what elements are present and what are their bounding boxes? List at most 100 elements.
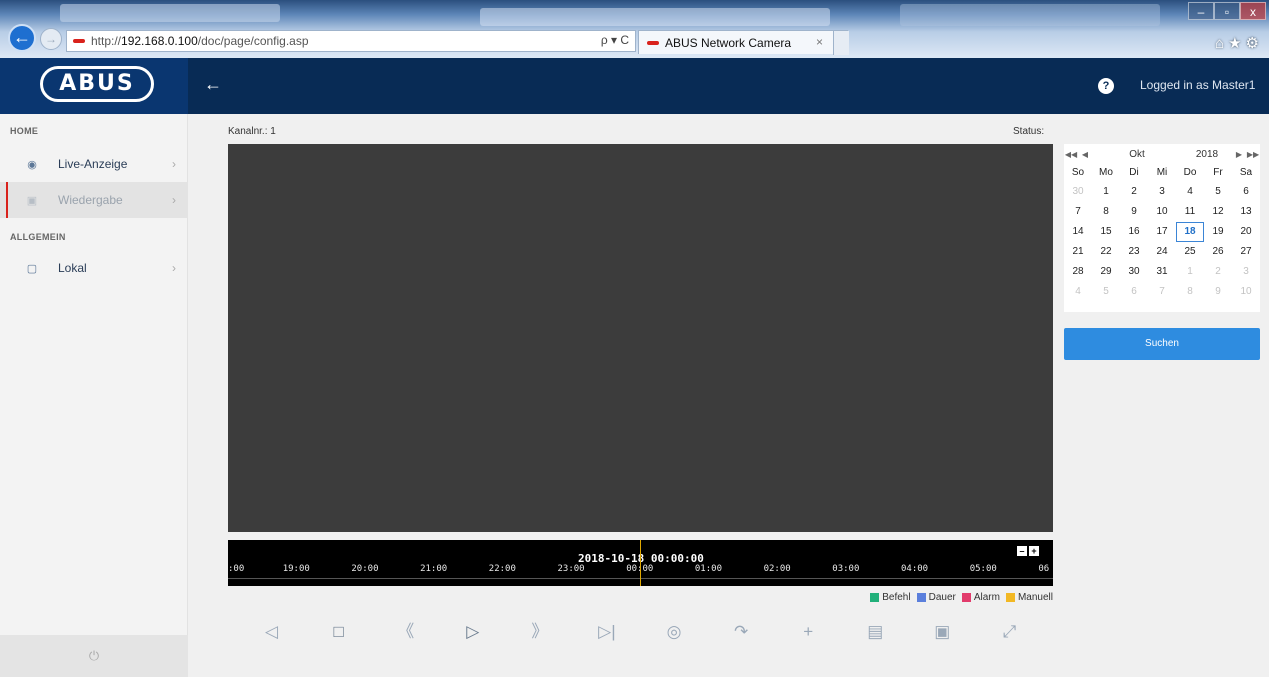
browser-tab[interactable]: ABUS Network Camera ×	[638, 30, 849, 55]
calendar-day[interactable]: 6	[1232, 182, 1260, 202]
prev-year-icon[interactable]: ◀◀	[1064, 150, 1078, 159]
capture-icon[interactable]: ◎	[658, 618, 690, 646]
fullscreen-icon[interactable]: ⤢	[993, 618, 1025, 646]
legend-label: Dauer	[928, 592, 956, 603]
calendar-day[interactable]: 5	[1204, 182, 1232, 202]
stop-all-icon[interactable]: ◁	[256, 618, 288, 646]
legend-swatch	[1005, 593, 1015, 602]
zoom-out-button[interactable]: –	[1017, 546, 1027, 556]
calendar-day[interactable]: 9	[1120, 202, 1148, 222]
calendar-day[interactable]: 10	[1232, 282, 1260, 302]
timeline[interactable]: 2018-10-18 00:00:00 – + :00 19:00 20:00 21:…	[228, 540, 1053, 586]
calendar-day[interactable]: 17	[1148, 222, 1176, 242]
calendar-day[interactable]: 16	[1120, 222, 1148, 242]
next-year-icon[interactable]: ▶▶	[1246, 150, 1260, 159]
back-arrow-icon[interactable]: ←	[204, 74, 222, 95]
calendar-day[interactable]: 14	[1064, 222, 1092, 242]
calendar-day[interactable]: 5	[1092, 282, 1120, 302]
search-refresh-icons[interactable]: ρ ▾ C	[601, 33, 629, 47]
calendar-day[interactable]: 12	[1204, 202, 1232, 222]
calendar-day[interactable]: 6	[1120, 282, 1148, 302]
browser-chrome: ← → http://192.168.0.100/doc/page/config…	[0, 0, 1269, 58]
timeline-tick-label: 04:00	[901, 564, 929, 574]
calendar-day[interactable]: 19	[1204, 222, 1232, 242]
legend-item: Manuell	[1005, 592, 1053, 603]
weekday-label: Mi	[1156, 167, 1168, 178]
calendar-day[interactable]: 7	[1148, 282, 1176, 302]
legend-item: Dauer	[916, 592, 956, 603]
download-picture-icon[interactable]: ▤	[859, 618, 891, 646]
calendar-day[interactable]: 4	[1064, 282, 1092, 302]
recording-type-legend: Befehl Dauer Alarm Manuell	[870, 592, 1053, 603]
sidebar-item-live-view[interactable]: ◉ Live-Anzeige ›	[0, 146, 188, 182]
calendar-day[interactable]: 20	[1232, 222, 1260, 242]
calendar-day[interactable]: 8	[1176, 282, 1204, 302]
calendar-day[interactable]: 31	[1148, 262, 1176, 282]
tab-title: ABUS Network Camera	[665, 35, 792, 50]
calendar-day[interactable]: 3	[1232, 262, 1260, 282]
sidebar-item-local[interactable]: ▢ Lokal ›	[0, 250, 188, 286]
calendar-day[interactable]: 13	[1232, 202, 1260, 222]
calendar-day[interactable]: 28	[1064, 262, 1092, 282]
address-path: /doc/page/config.asp	[197, 34, 309, 48]
calendar-year[interactable]: 2018	[1182, 149, 1232, 160]
calendar-day[interactable]: 25	[1176, 242, 1204, 262]
help-icon[interactable]: ?	[1098, 78, 1114, 94]
search-button[interactable]: Suchen	[1064, 328, 1260, 360]
download-video-icon[interactable]: ▣	[926, 618, 958, 646]
calendar-month[interactable]: Okt	[1092, 149, 1182, 160]
browser-forward-button[interactable]: →	[40, 28, 62, 50]
browser-back-button[interactable]: ←	[8, 24, 36, 52]
minimize-button[interactable]: –	[1188, 2, 1214, 20]
close-window-button[interactable]: x	[1240, 2, 1266, 20]
calendar-day[interactable]: 1	[1092, 182, 1120, 202]
maximize-button[interactable]: ▫	[1214, 2, 1240, 20]
legend-swatch	[961, 593, 971, 602]
calendar-day[interactable]: 24	[1148, 242, 1176, 262]
calendar-day[interactable]: 3	[1148, 182, 1176, 202]
video-player[interactable]	[228, 144, 1053, 532]
stop-icon[interactable]: □	[323, 618, 355, 646]
calendar-day-selected[interactable]: 18	[1176, 222, 1204, 242]
calendar-day[interactable]: 7	[1064, 202, 1092, 222]
next-month-icon[interactable]: ▶	[1232, 150, 1246, 159]
calendar-day[interactable]: 8	[1092, 202, 1120, 222]
calendar-day[interactable]: 15	[1092, 222, 1120, 242]
address-bar[interactable]: http://192.168.0.100/doc/page/config.asp…	[66, 30, 636, 52]
calendar-day[interactable]: 30	[1120, 262, 1148, 282]
prev-month-icon[interactable]: ◀	[1078, 150, 1092, 159]
new-tab-button[interactable]	[833, 31, 849, 55]
calendar-day[interactable]: 2	[1204, 262, 1232, 282]
calendar-day[interactable]: 1	[1176, 262, 1204, 282]
calendar-day[interactable]: 26	[1204, 242, 1232, 262]
timeline-cursor[interactable]	[640, 540, 641, 586]
calendar-day[interactable]: 11	[1176, 202, 1204, 222]
clip-icon[interactable]: ↷	[725, 618, 757, 646]
fast-icon[interactable]: 》	[524, 618, 556, 646]
calendar-day[interactable]: 21	[1064, 242, 1092, 262]
calendar-day[interactable]: 2	[1120, 182, 1148, 202]
single-frame-icon[interactable]: ▷|	[591, 618, 623, 646]
calendar-day[interactable]: 9	[1204, 282, 1232, 302]
timeline-zoom-controls: – +	[1017, 546, 1039, 556]
power-icon[interactable]: ⏻	[0, 635, 188, 677]
zoom-in-button[interactable]: +	[1029, 546, 1039, 556]
calendar-day[interactable]: 22	[1092, 242, 1120, 262]
calendar-day[interactable]: 4	[1176, 182, 1204, 202]
channel-label: Kanalnr.: 1	[228, 126, 276, 137]
calendar-day[interactable]: 30	[1064, 182, 1092, 202]
calendar-day[interactable]: 23	[1120, 242, 1148, 262]
tab-close-icon[interactable]: ×	[816, 35, 823, 49]
zoom-icon[interactable]: +	[792, 618, 824, 646]
section-label-general: ALLGEMEIN	[10, 232, 66, 242]
browser-tools-icons[interactable]: ⌂★⚙	[1215, 34, 1263, 52]
calendar-day[interactable]: 29	[1092, 262, 1120, 282]
blurred-titlebar	[900, 4, 1160, 26]
play-icon[interactable]: ▷	[457, 618, 489, 646]
calendar-day[interactable]: 27	[1232, 242, 1260, 262]
calendar-day[interactable]: 10	[1148, 202, 1176, 222]
sidebar-item-playback[interactable]: ▣ Wiedergabe ›	[0, 182, 188, 218]
timeline-tick-label: 20:00	[351, 564, 379, 574]
playback-icon: ▣	[26, 194, 38, 207]
slow-icon[interactable]: 《	[390, 618, 422, 646]
